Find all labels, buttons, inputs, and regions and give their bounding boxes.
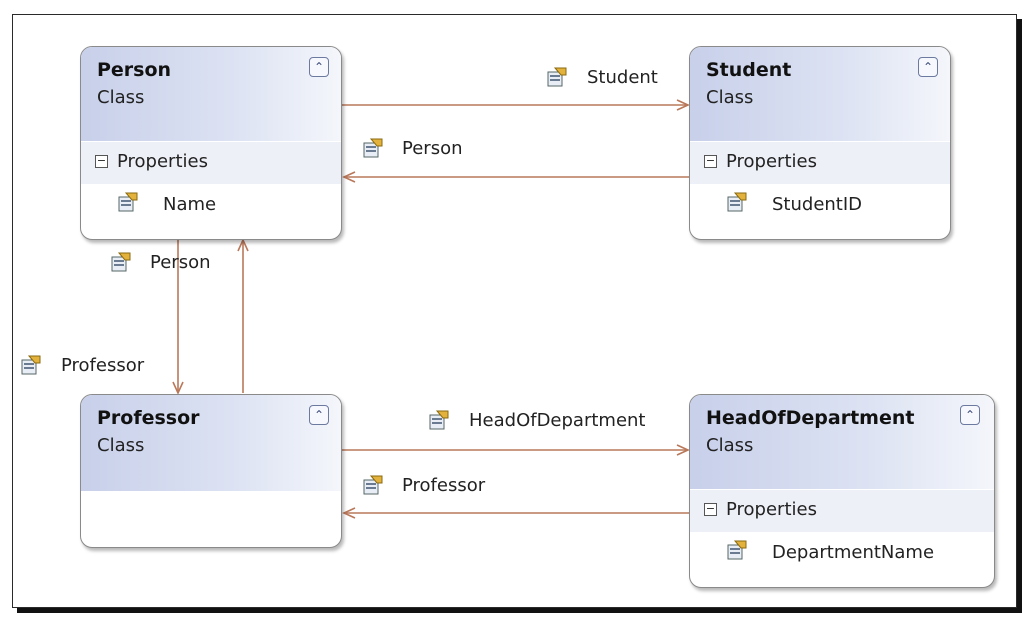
chevron-up-icon[interactable]: ⌃	[918, 57, 938, 77]
class-header: Professor Class ⌃	[81, 395, 341, 491]
class-name: Professor	[97, 407, 200, 429]
class-kind: Class	[706, 87, 754, 108]
class-kind: Class	[97, 435, 145, 456]
minus-box-icon[interactable]: −	[704, 155, 717, 168]
property-icon	[363, 138, 383, 158]
class-name: Student	[706, 59, 792, 81]
section-label: Properties	[726, 499, 817, 520]
assoc-label-professor[interactable]: Professor	[61, 355, 144, 376]
class-kind: Class	[706, 435, 754, 456]
class-student[interactable]: Student Class ⌃ − Properties StudentID	[689, 46, 951, 240]
property-departmentname[interactable]: DepartmentName	[772, 542, 934, 563]
property-icon	[118, 192, 138, 212]
section-label: Properties	[726, 151, 817, 172]
class-name: Person	[97, 59, 172, 81]
chevron-up-icon[interactable]: ⌃	[309, 405, 329, 425]
property-icon	[727, 192, 747, 212]
class-name: HeadOfDepartment	[706, 407, 915, 429]
class-professor[interactable]: Professor Class ⌃	[80, 394, 342, 548]
properties-section[interactable]: − Properties	[690, 142, 950, 184]
class-header: Student Class ⌃	[690, 47, 950, 141]
property-icon	[429, 410, 449, 430]
minus-box-icon[interactable]: −	[704, 503, 717, 516]
property-name[interactable]: Name	[163, 194, 216, 215]
properties-section[interactable]: − Properties	[81, 142, 341, 184]
assoc-label-person[interactable]: Person	[150, 252, 211, 273]
class-person[interactable]: Person Class ⌃ − Properties Name	[80, 46, 342, 240]
assoc-label-student[interactable]: Student	[587, 67, 658, 88]
chevron-up-icon[interactable]: ⌃	[960, 405, 980, 425]
property-studentid[interactable]: StudentID	[772, 194, 862, 215]
property-icon	[727, 540, 747, 560]
assoc-label-professor[interactable]: Professor	[402, 475, 485, 496]
property-icon	[547, 67, 567, 87]
property-icon	[111, 252, 131, 272]
chevron-up-icon[interactable]: ⌃	[309, 57, 329, 77]
section-label: Properties	[117, 151, 208, 172]
class-diagram-canvas: Person Class ⌃ − Properties Name Student…	[0, 0, 1031, 623]
property-icon	[363, 475, 383, 495]
minus-box-icon[interactable]: −	[95, 155, 108, 168]
assoc-label-person[interactable]: Person	[402, 138, 463, 159]
class-header: Person Class ⌃	[81, 47, 341, 141]
assoc-label-headofdepartment[interactable]: HeadOfDepartment	[469, 410, 646, 431]
class-header: HeadOfDepartment Class ⌃	[690, 395, 994, 489]
properties-section[interactable]: − Properties	[690, 490, 994, 532]
class-headofdepartment[interactable]: HeadOfDepartment Class ⌃ − Properties De…	[689, 394, 995, 588]
property-icon	[21, 355, 41, 375]
class-kind: Class	[97, 87, 145, 108]
